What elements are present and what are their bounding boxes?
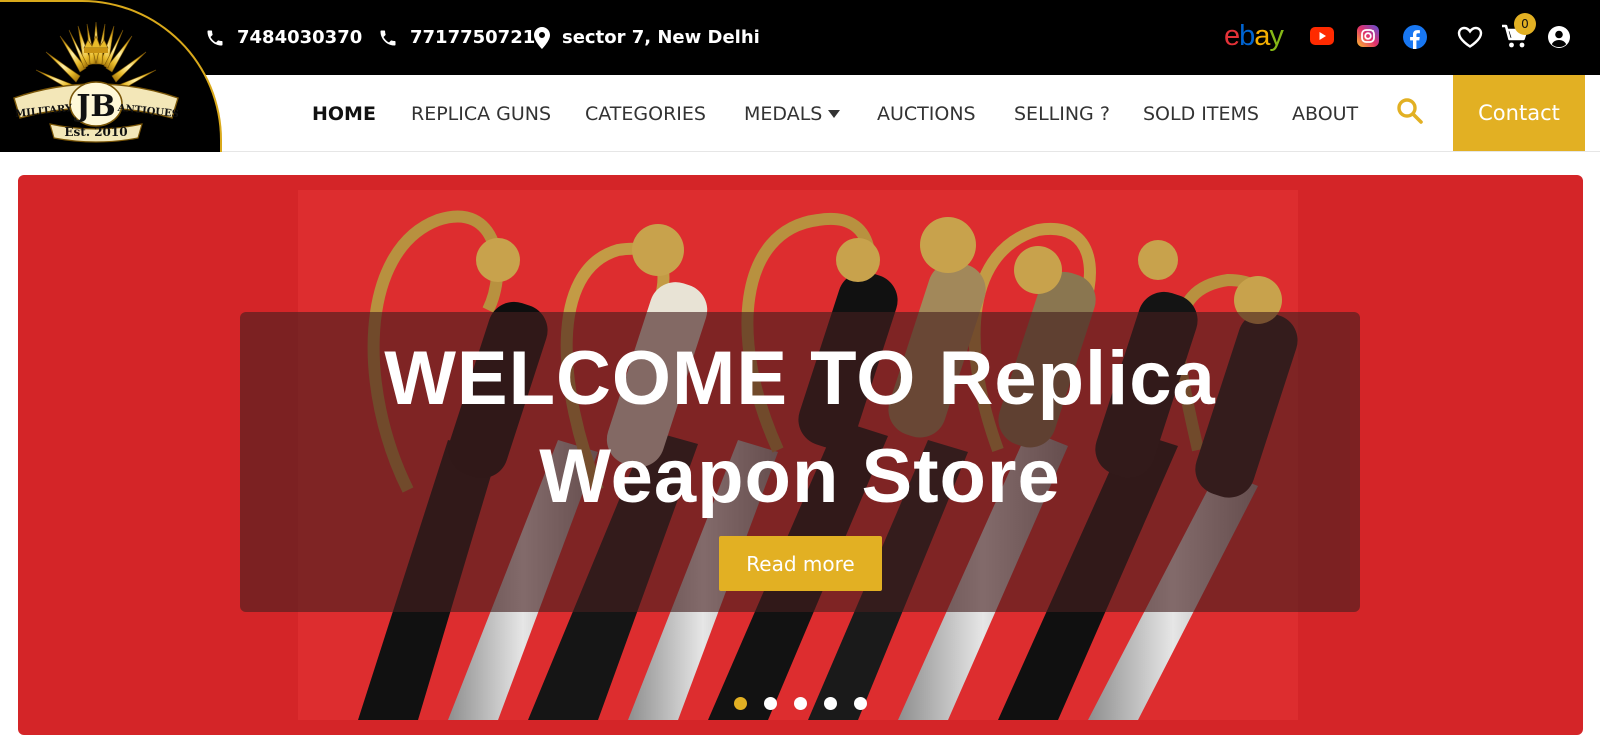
read-more-button[interactable]: Read more xyxy=(719,536,882,591)
slider-dot-3[interactable] xyxy=(794,697,807,710)
nav-categories[interactable]: CATEGORIES xyxy=(585,75,706,152)
slider-pagination xyxy=(734,697,867,710)
heart-icon[interactable] xyxy=(1457,26,1483,48)
contact-button[interactable]: Contact xyxy=(1453,75,1585,151)
nav-home[interactable]: HOME xyxy=(312,75,376,152)
main-navigation: HOME REPLICA GUNS CATEGORIES MEDALS AUCT… xyxy=(0,75,1600,152)
nav-auctions[interactable]: AUCTIONS xyxy=(877,75,976,152)
user-account-icon[interactable] xyxy=(1547,25,1571,49)
phone-contact-1[interactable]: 7484030370 xyxy=(205,0,362,75)
phone-icon xyxy=(207,30,223,45)
search-icon[interactable] xyxy=(1396,97,1424,125)
youtube-icon[interactable] xyxy=(1310,27,1334,45)
phone-number-2: 7717750721 xyxy=(410,27,536,48)
caret-down-icon xyxy=(828,109,841,118)
hero-title: WELCOME TO Replica Weapon Store xyxy=(240,330,1360,526)
slider-dot-5[interactable] xyxy=(854,697,867,710)
slider-dot-2[interactable] xyxy=(764,697,777,710)
top-bar: 7484030370 7717750721 sector 7, New Delh… xyxy=(0,0,1600,75)
logo-est: Est. 2010 xyxy=(64,125,127,139)
phone-contact-2[interactable]: 7717750721 xyxy=(378,0,535,75)
facebook-icon[interactable] xyxy=(1403,25,1427,49)
location-contact: sector 7, New Delhi xyxy=(534,0,760,75)
nav-about[interactable]: ABOUT xyxy=(1292,75,1358,152)
logo-initials: JB xyxy=(73,89,116,124)
nav-selling[interactable]: SELLING ? xyxy=(1014,75,1110,152)
phone-number-1: 7484030370 xyxy=(237,27,363,48)
location-text: sector 7, New Delhi xyxy=(562,27,760,48)
nav-sold-items[interactable]: SOLD ITEMS xyxy=(1143,75,1259,152)
phone-icon xyxy=(380,30,396,45)
slider-dot-4[interactable] xyxy=(824,697,837,710)
cart-count-badge: 0 xyxy=(1514,13,1536,35)
hero-title-line-1: WELCOME TO Replica xyxy=(384,336,1216,421)
cart-button[interactable]: 0 xyxy=(1501,13,1536,50)
hero-title-line-2: Weapon Store xyxy=(539,434,1061,519)
hero-slider: WELCOME TO Replica Weapon Store Read mor… xyxy=(18,175,1583,735)
nav-medals-label: MEDALS xyxy=(744,102,823,125)
ebay-icon[interactable]: ebay xyxy=(1224,20,1284,53)
instagram-icon[interactable] xyxy=(1357,25,1379,47)
map-pin-icon xyxy=(534,26,550,49)
nav-replica-guns[interactable]: REPLICA GUNS xyxy=(411,75,551,152)
nav-medals[interactable]: MEDALS xyxy=(744,75,841,152)
slider-dot-1[interactable] xyxy=(734,697,747,710)
